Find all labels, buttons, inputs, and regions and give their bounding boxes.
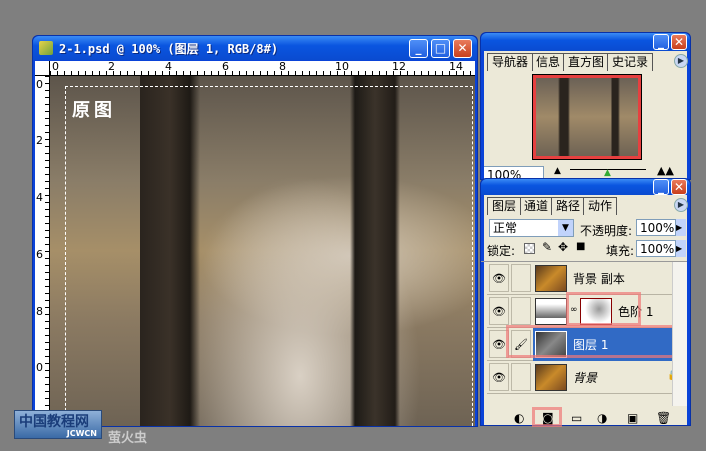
ruler-tick: 4 (36, 191, 43, 204)
layer-thumbnail (535, 364, 567, 391)
close-button[interactable]: ✕ (453, 39, 472, 58)
ruler-tick: 8 (279, 60, 286, 73)
highlight-box (566, 292, 641, 326)
image-canvas[interactable]: 原图 (50, 76, 475, 426)
scrollbar[interactable] (672, 262, 687, 406)
layer-name: 背景 (573, 371, 598, 385)
tab-paths[interactable]: 路径 (551, 197, 586, 215)
trash-icon[interactable]: 🗑 (656, 411, 671, 425)
navigator-preview[interactable] (532, 74, 642, 160)
ruler-left[interactable]: 0 2 4 6 8 0 (35, 76, 50, 426)
canvas-label: 原图 (72, 100, 116, 121)
ruler-tick: 0 (36, 361, 43, 374)
document-titlebar[interactable]: 2-1.psd @ 100% (图层 1, RGB/8#) _ □ ✕ (33, 36, 477, 60)
author-text: 萤火虫 (108, 431, 148, 446)
lock-move-icon[interactable]: ✥ (558, 240, 568, 254)
lock-paint-icon[interactable]: ✎ (542, 240, 552, 254)
layers-panel: 图层 通道 路径 动作 ▶ 正常 ▼ 不透明度: 100% ▶ 锁定: ✎ ✥ … (481, 195, 688, 427)
close-button[interactable]: ✕ (671, 34, 687, 50)
eye-icon[interactable]: 👁 (489, 264, 509, 292)
tab-actions[interactable]: 动作 (583, 197, 618, 215)
logo-subtext: JCWCN (66, 429, 97, 438)
lock-label: 锁定: (487, 244, 516, 258)
highlight-box (532, 407, 562, 427)
opacity-arrow[interactable]: ▶ (676, 219, 686, 236)
opacity-label: 不透明度: (580, 224, 633, 238)
layer-name: 背景 副本 (573, 272, 625, 286)
blend-mode-select[interactable]: 正常 ▼ (489, 219, 574, 237)
layers-titlebar[interactable]: _ ✕ (481, 179, 690, 195)
tab-histogram[interactable]: 直方图 (563, 53, 610, 71)
navigator-titlebar[interactable]: _ ✕ (481, 33, 690, 51)
lock-transparency-icon[interactable] (524, 243, 535, 254)
tab-history[interactable]: 史记录 (607, 53, 654, 71)
layer-row-selected[interactable]: 👁 🖌 图层 1 (487, 325, 686, 361)
new-layer-icon[interactable]: ▣ (627, 411, 638, 425)
ruler-tick: 2 (36, 134, 43, 147)
new-group-icon[interactable]: ▭ (571, 411, 582, 425)
link-slot[interactable] (511, 264, 531, 292)
zoom-in-icon[interactable]: ▲▲ (657, 164, 674, 177)
highlight-box (506, 325, 686, 358)
layer-thumbnail (535, 265, 567, 292)
navigator-window: _ ✕ 导航器 信息 直方图 史记录 ▶ 100% ▲ ▲ ▲▲ (480, 32, 691, 182)
adjustment-layer-icon[interactable]: ◑ (597, 411, 607, 425)
panel-menu-button[interactable]: ▶ (674, 54, 688, 68)
layer-row[interactable]: 👁 背景 🔒 (487, 361, 685, 394)
ruler-tick: 14 (449, 60, 463, 73)
ruler-tick: 2 (108, 60, 115, 73)
layers-list: 👁 背景 副本 👁 ∞ 色阶 1 👁 🖌 图层 1 👁 背景 (481, 261, 687, 406)
ruler-tick: 8 (36, 305, 43, 318)
opacity-field[interactable]: 100% (636, 219, 676, 236)
ruler-tick: 10 (335, 60, 349, 73)
photoshop-icon (39, 41, 53, 55)
document-title: 2-1.psd @ 100% (图层 1, RGB/8#) (59, 42, 279, 56)
zoom-slider[interactable]: ▲ (570, 168, 646, 178)
tab-navigator[interactable]: 导航器 (487, 53, 534, 71)
link-slot[interactable] (511, 363, 531, 391)
watermark-logo: 中国教程网 JCWCN (14, 410, 102, 439)
fill-label: 填充: (606, 244, 635, 258)
tab-layers[interactable]: 图层 (487, 197, 522, 215)
logo-text: 中国教程网 (19, 414, 89, 430)
layers-window: _ ✕ 图层 通道 路径 动作 ▶ 正常 ▼ 不透明度: 100% ▶ 锁定: … (480, 178, 691, 427)
fill-field[interactable]: 100% (636, 240, 676, 257)
ruler-top[interactable]: 0 2 4 6 8 10 12 14 (50, 60, 475, 76)
layer-row[interactable]: 👁 ∞ 色阶 1 (487, 292, 685, 328)
layer-row[interactable]: 👁 背景 副本 (487, 262, 685, 295)
fill-arrow[interactable]: ▶ (676, 240, 686, 257)
chevron-down-icon: ▼ (558, 220, 573, 236)
eye-icon[interactable]: 👁 (489, 363, 509, 391)
panel-menu-button[interactable]: ▶ (674, 198, 688, 212)
selection-marquee (65, 86, 473, 426)
navigator-panel: 导航器 信息 直方图 史记录 ▶ 100% ▲ ▲ ▲▲ (484, 51, 688, 182)
levels-adjustment-icon (535, 298, 567, 325)
blend-mode-value: 正常 (493, 221, 518, 235)
ruler-corner[interactable] (35, 61, 50, 76)
ruler-tick: 6 (222, 60, 229, 73)
minimize-button[interactable]: _ (409, 39, 428, 58)
link-slot[interactable] (511, 297, 531, 325)
ruler-tick: 0 (36, 78, 43, 91)
ruler-tick: 4 (165, 60, 172, 73)
tab-info[interactable]: 信息 (531, 53, 566, 71)
maximize-button[interactable]: □ (431, 39, 450, 58)
ruler-tick: 12 (392, 60, 406, 73)
minimize-button[interactable]: _ (653, 34, 669, 50)
close-button[interactable]: ✕ (671, 179, 687, 195)
ruler-tick: 0 (52, 60, 59, 73)
lock-all-icon[interactable]: ■ (576, 241, 585, 252)
layers-bottom-bar: ◐ ◙ ▭ ◑ ▣ 🗑 (484, 407, 687, 427)
tab-channels[interactable]: 通道 (519, 197, 554, 215)
ruler-tick: 6 (36, 248, 43, 261)
layer-style-icon[interactable]: ◐ (514, 411, 524, 425)
slider-thumb[interactable]: ▲ (604, 168, 611, 178)
minimize-button[interactable]: _ (653, 179, 669, 195)
eye-icon[interactable]: 👁 (489, 297, 509, 325)
zoom-out-icon[interactable]: ▲ (554, 166, 561, 176)
